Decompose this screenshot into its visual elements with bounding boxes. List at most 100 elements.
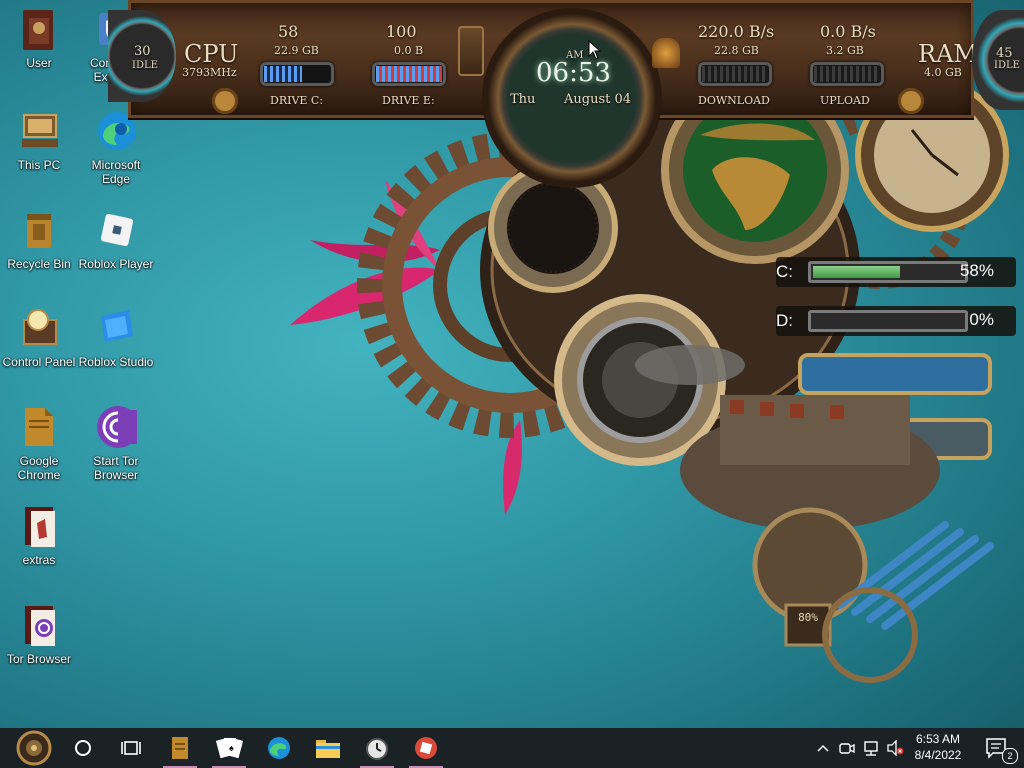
desktop-icon-google-chrome[interactable]: Google Chrome xyxy=(0,404,78,482)
taskbar-app-roblox[interactable] xyxy=(403,728,449,768)
recycle-bin-icon xyxy=(18,207,60,253)
drive-usage-d: D: 0% xyxy=(776,306,1016,336)
taskbar-clock[interactable]: 6:53 AM 8/4/2022 xyxy=(906,731,970,763)
desktop-icon-label: Google Chrome xyxy=(17,454,61,482)
notification-center-button[interactable]: 2 xyxy=(978,728,1018,768)
desktop-icon-label: Microsoft Edge xyxy=(91,158,141,186)
drive-c-meter xyxy=(260,62,334,86)
volume-muted-icon xyxy=(887,740,904,756)
upload-total: 3.2 GB xyxy=(826,44,864,57)
network-icon xyxy=(864,741,878,756)
ram-used: 4.0 GB xyxy=(924,66,962,79)
clock-time: 06:53 xyxy=(536,58,611,88)
taskbar-time: 6:53 AM xyxy=(915,732,961,746)
desktop-icon-label: Start Tor Browser xyxy=(93,454,139,482)
desktop-icon-label: Roblox Studio xyxy=(78,355,154,369)
clock-day: Thu xyxy=(510,92,536,107)
computer-icon xyxy=(18,108,60,154)
roblox-player-icon xyxy=(95,207,137,253)
desktop-icon-label: extras xyxy=(22,553,56,567)
download-total: 22.8 GB xyxy=(714,44,759,57)
desktop-icon-this-pc[interactable]: This PC xyxy=(0,108,78,172)
drive-letter: D: xyxy=(776,311,793,330)
user-folder-icon xyxy=(18,6,60,52)
solitaire-icon: ♠ xyxy=(215,737,243,759)
edge-icon xyxy=(268,737,290,759)
cpu-frequency: 3793MHz xyxy=(182,66,237,79)
desktop-icon-label: Recycle Bin xyxy=(7,257,71,271)
desktop-icon-tor-browser[interactable]: Tor Browser xyxy=(0,602,78,666)
ram-dial-icon xyxy=(898,88,924,114)
mouse-cursor-icon xyxy=(588,40,602,60)
desktop-icon-label: Control Panel xyxy=(2,355,76,369)
start-button[interactable] xyxy=(10,728,58,768)
taskbar-app-solitaire[interactable]: ♠ xyxy=(206,728,252,768)
desktop-icon-label: Tor Browser xyxy=(6,652,71,666)
tor-browser-icon xyxy=(95,404,137,450)
camera-icon xyxy=(839,743,855,754)
roblox-studio-icon xyxy=(95,305,137,351)
drive-letter: C: xyxy=(776,262,793,281)
desktop-icon-label: User xyxy=(26,56,52,70)
chrome-icon xyxy=(18,404,60,450)
system-monitor-widget: 30 IDLE CPU 3793MHz 58 22.9 GB DRIVE C: … xyxy=(108,0,978,188)
ram-idle-value: 45 xyxy=(996,46,1013,61)
drive-usage-bar xyxy=(808,261,968,283)
clock-app-icon xyxy=(366,738,388,760)
ram-label: RAM xyxy=(918,40,978,68)
ram-idle-label: IDLE xyxy=(994,60,1020,71)
download-rate: 220.0 B/s xyxy=(698,22,775,41)
taskbar: ♠ 6:53 AM 8/4/2022 2 xyxy=(0,728,1024,768)
desktop-icon-label: Roblox Player xyxy=(78,257,154,271)
desktop-icon-start-tor-browser[interactable]: Start Tor Browser xyxy=(77,404,155,482)
cpu-dial-icon xyxy=(212,88,238,114)
drive-c-label: DRIVE C: xyxy=(270,94,324,107)
desktop-icon-roblox-player[interactable]: Roblox Player xyxy=(77,207,155,271)
drive-usage-c: C: 58% xyxy=(776,257,1016,287)
tray-meet-now[interactable] xyxy=(836,728,858,768)
gauge-percent-label: 80% xyxy=(798,611,818,624)
upload-meter xyxy=(810,62,884,86)
drive-e-percent: 100 xyxy=(386,22,417,41)
taskbar-date: 8/4/2022 xyxy=(914,748,962,762)
desktop-icon-label: This PC xyxy=(17,158,61,172)
desktop-icon-user[interactable]: User xyxy=(0,6,78,70)
svg-text:♠: ♠ xyxy=(229,743,234,753)
ornament-lamp-icon xyxy=(652,38,680,68)
ornament-lever-icon xyxy=(458,26,484,76)
drive-c-percent: 58 xyxy=(278,22,299,41)
task-view-button[interactable] xyxy=(108,728,154,768)
desktop-icon-extras[interactable]: extras xyxy=(0,503,78,567)
control-panel-icon xyxy=(18,305,60,351)
tray-volume[interactable] xyxy=(884,728,906,768)
drive-percent: 58% xyxy=(959,261,994,280)
desktop-icon-recycle-bin[interactable]: Recycle Bin xyxy=(0,207,78,271)
taskbar-app-edge[interactable] xyxy=(256,728,302,768)
cpu-idle-value: 30 xyxy=(134,44,151,59)
cpu-idle-label: IDLE xyxy=(132,60,158,71)
show-hidden-icons-button[interactable] xyxy=(812,728,834,768)
chevron-up-icon xyxy=(817,744,829,752)
desktop-icon-roblox-studio[interactable]: Roblox Studio xyxy=(77,305,155,369)
tray-network[interactable] xyxy=(860,728,882,768)
drive-percent: 0% xyxy=(969,310,994,329)
search-circle-icon xyxy=(75,740,91,756)
download-meter xyxy=(698,62,772,86)
search-button[interactable] xyxy=(60,728,106,768)
tor-folder-icon xyxy=(18,602,60,648)
download-label: DOWNLOAD xyxy=(698,94,770,107)
taskbar-app-file-explorer[interactable] xyxy=(305,728,351,768)
roblox-icon xyxy=(415,737,437,759)
clock-date: August 04 xyxy=(564,92,632,107)
desktop-icon-control-panel[interactable]: Control Panel xyxy=(0,305,78,369)
steampunk-start-icon xyxy=(16,730,52,766)
taskbar-app-notepad[interactable] xyxy=(157,728,203,768)
taskbar-app-clock[interactable] xyxy=(354,728,400,768)
drive-e-size: 0.0 B xyxy=(394,44,424,57)
drive-c-size: 22.9 GB xyxy=(274,44,319,57)
drive-e-meter xyxy=(372,62,446,86)
drive-e-label: DRIVE E: xyxy=(382,94,435,107)
file-explorer-icon xyxy=(316,740,340,758)
upload-rate: 0.0 B/s xyxy=(820,22,876,41)
task-view-icon xyxy=(121,741,141,755)
